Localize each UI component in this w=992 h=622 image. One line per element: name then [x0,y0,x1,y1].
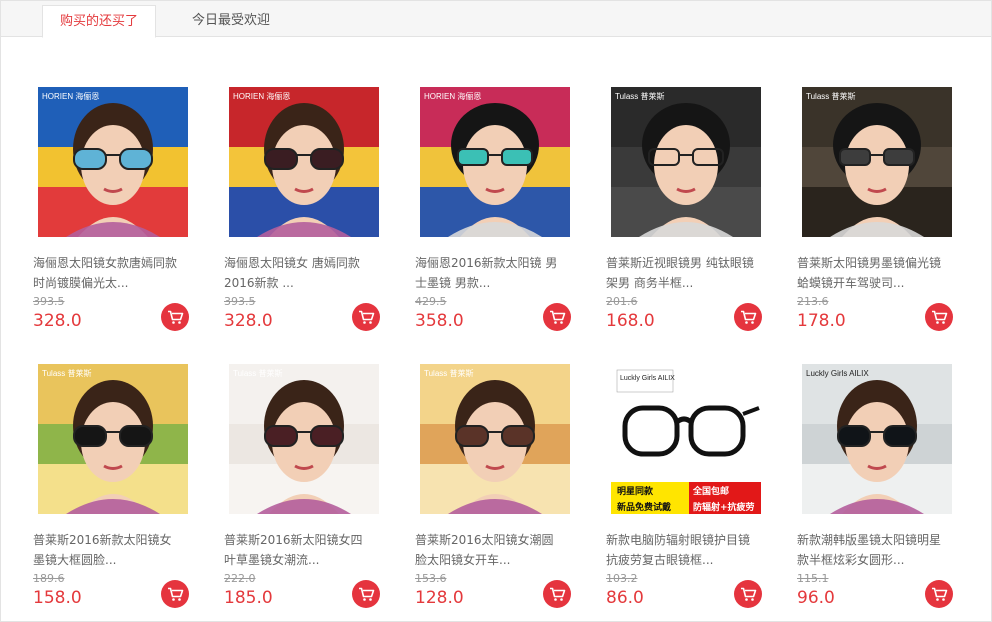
product-image[interactable]: HORIEN 海俪恩 [38,87,188,237]
brand-logo: Tulass 普莱斯 [42,368,92,378]
brand-logo: HORIEN 海俪恩 [233,91,290,101]
original-price: 393.5 [224,295,256,308]
original-price: 189.6 [33,572,65,585]
add-to-cart-button[interactable] [352,303,380,331]
tab-also-bought[interactable]: 购买的还买了 [42,5,156,38]
brand-logo: Luckly Girls AILIX [806,369,869,378]
brand-logo: Tulass 普莱斯 [424,368,474,378]
tab-most-popular-today[interactable]: 今日最受欢迎 [173,5,289,38]
shopping-cart-icon [740,587,756,601]
product-title[interactable]: 海俪恩太阳镜女 唐嫣同款2016新款 ... [224,253,374,293]
shopping-cart-icon [358,587,374,601]
product-card[interactable]: HORIEN 海俪恩海俪恩2016新款太阳镜 男士墨镜 男款... 429.5 35… [383,87,574,337]
original-price: 153.6 [415,572,447,585]
shopping-cart-icon [167,587,183,601]
brand-logo: Tulass 普莱斯 [806,91,856,101]
product-image[interactable]: Tulass 普莱斯 [802,87,952,237]
sale-price: 128.0 [415,588,464,608]
shopping-cart-icon [167,310,183,324]
recommendation-panel: 购买的还买了 今日最受欢迎 HORIEN 海俪恩海俪恩太阳镜女款唐嫣同款 时尚镀… [0,0,992,622]
add-to-cart-button[interactable] [734,580,762,608]
shopping-cart-icon [740,310,756,324]
brand-logo: HORIEN 海俪恩 [42,91,99,101]
product-title[interactable]: 普莱斯2016新太阳镜女四叶草墨镜女潮流... [224,530,374,570]
original-price: 103.2 [606,572,638,585]
product-image[interactable]: Tulass 普莱斯 [420,364,570,514]
product-title[interactable]: 普莱斯近视眼镜男 纯钛眼镜架男 商务半框... [606,253,756,293]
shopping-cart-icon [931,587,947,601]
product-card[interactable]: Tulass 普莱斯普莱斯太阳镜男墨镜偏光镜蛤蟆镜开车驾驶司... 213.6 17… [765,87,956,337]
promo-banner-text: 明星同款 [617,485,654,497]
original-price: 393.5 [33,295,65,308]
product-card[interactable]: HORIEN 海俪恩海俪恩太阳镜女 唐嫣同款2016新款 ... 393.5 328… [192,87,383,337]
promo-banner-text: 防辐射+抗疲劳 [693,501,755,513]
tab-bar: 购买的还买了 今日最受欢迎 [1,1,991,38]
product-title[interactable]: 海俪恩太阳镜女款唐嫣同款 时尚镀膜偏光太... [33,253,183,293]
original-price: 115.1 [797,572,829,585]
product-image[interactable]: Luckly Girls AILIX 明星同款 全国包邮新品免费试戴 防辐射+抗疲劳 [611,364,761,514]
product-card[interactable]: Tulass 普莱斯普莱斯2016太阳镜女潮圆脸太阳镜女开车... 153.6 12… [383,364,574,614]
original-price: 213.6 [797,295,829,308]
product-card[interactable]: Tulass 普莱斯普莱斯近视眼镜男 纯钛眼镜架男 商务半框... 201.6 16… [574,87,765,337]
sale-price: 96.0 [797,588,835,608]
product-title[interactable]: 海俪恩2016新款太阳镜 男士墨镜 男款... [415,253,565,293]
promo-banner-text: 新品免费试戴 [617,501,671,513]
product-card[interactable]: Luckly Girls AILIX 新款潮韩版墨镜太阳镜明星款半框炫彩女圆形..… [765,364,956,614]
add-to-cart-button[interactable] [734,303,762,331]
add-to-cart-button[interactable] [543,580,571,608]
add-to-cart-button[interactable] [543,303,571,331]
sale-price: 185.0 [224,588,273,608]
brand-logo: Tulass 普莱斯 [233,368,283,378]
add-to-cart-button[interactable] [925,303,953,331]
product-image[interactable]: Tulass 普莱斯 [611,87,761,237]
product-image[interactable]: HORIEN 海俪恩 [420,87,570,237]
product-image[interactable]: HORIEN 海俪恩 [229,87,379,237]
brand-logo: HORIEN 海俪恩 [424,91,481,101]
product-title[interactable]: 普莱斯2016新款太阳镜女 墨镜大框圆脸... [33,530,183,570]
add-to-cart-button[interactable] [925,580,953,608]
sale-price: 328.0 [33,311,82,331]
add-to-cart-button[interactable] [161,580,189,608]
shopping-cart-icon [549,587,565,601]
promo-banner-text: 全国包邮 [692,485,729,497]
product-image[interactable]: Tulass 普莱斯 [229,364,379,514]
product-card[interactable]: Tulass 普莱斯普莱斯2016新款太阳镜女 墨镜大框圆脸... 189.6 15… [1,364,192,614]
brand-logo: Luckly Girls AILIX [620,375,675,382]
product-image[interactable]: Luckly Girls AILIX [802,364,952,514]
product-card[interactable]: HORIEN 海俪恩海俪恩太阳镜女款唐嫣同款 时尚镀膜偏光太... 393.5 32… [1,87,192,337]
sale-price: 358.0 [415,311,464,331]
product-title[interactable]: 新款潮韩版墨镜太阳镜明星款半框炫彩女圆形... [797,530,947,570]
sale-price: 158.0 [33,588,82,608]
original-price: 222.0 [224,572,256,585]
sale-price: 168.0 [606,311,655,331]
brand-logo: Tulass 普莱斯 [615,91,665,101]
sale-price: 328.0 [224,311,273,331]
sale-price: 86.0 [606,588,644,608]
product-title[interactable]: 普莱斯太阳镜男墨镜偏光镜蛤蟆镜开车驾驶司... [797,253,947,293]
original-price: 429.5 [415,295,447,308]
sale-price: 178.0 [797,311,846,331]
shopping-cart-icon [931,310,947,324]
shopping-cart-icon [358,310,374,324]
product-card[interactable]: Luckly Girls AILIX 明星同款 全国包邮新品免费试戴 防辐射+抗疲劳新… [574,364,765,614]
add-to-cart-button[interactable] [352,580,380,608]
shopping-cart-icon [549,310,565,324]
product-image[interactable]: Tulass 普莱斯 [38,364,188,514]
add-to-cart-button[interactable] [161,303,189,331]
product-title[interactable]: 普莱斯2016太阳镜女潮圆脸太阳镜女开车... [415,530,565,570]
product-title[interactable]: 新款电脑防辐射眼镜护目镜抗疲劳复古眼镜框... [606,530,756,570]
original-price: 201.6 [606,295,638,308]
product-card[interactable]: Tulass 普莱斯普莱斯2016新太阳镜女四叶草墨镜女潮流... 222.0 18… [192,364,383,614]
